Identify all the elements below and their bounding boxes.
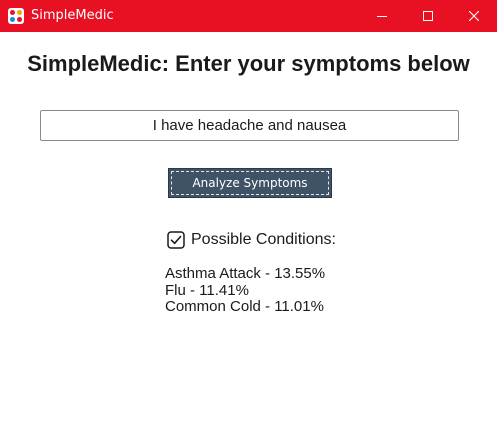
close-button[interactable] — [451, 0, 497, 32]
analyze-symptoms-button[interactable]: Analyze Symptoms — [168, 168, 332, 198]
checkbox-checked-icon[interactable] — [167, 231, 185, 249]
minimize-icon — [377, 16, 387, 17]
analyze-button-label: Analyze Symptoms — [192, 176, 308, 190]
result-item: Common Cold - 11.01% — [165, 298, 324, 315]
title-bar[interactable]: SimpleMedic — [0, 0, 497, 32]
results-list: Asthma Attack - 13.55% Flu - 11.41% Comm… — [165, 265, 326, 316]
possible-conditions-label: Possible Conditions: — [191, 231, 336, 248]
result-item: Asthma Attack - 13.55% — [165, 265, 326, 282]
maximize-icon — [423, 11, 433, 21]
close-icon — [469, 11, 479, 21]
result-item: Flu - 11.41% — [165, 281, 249, 299]
minimize-button[interactable] — [359, 0, 405, 32]
maximize-button[interactable] — [405, 0, 451, 32]
page-title: SimpleMedic: Enter your symptoms below — [27, 51, 470, 76]
symptoms-input[interactable] — [40, 110, 459, 141]
app-window: SimpleMedic SimpleMedic: Enter your symp… — [0, 0, 497, 428]
app-logo-icon — [8, 8, 24, 24]
window-title: SimpleMedic — [31, 8, 114, 23]
